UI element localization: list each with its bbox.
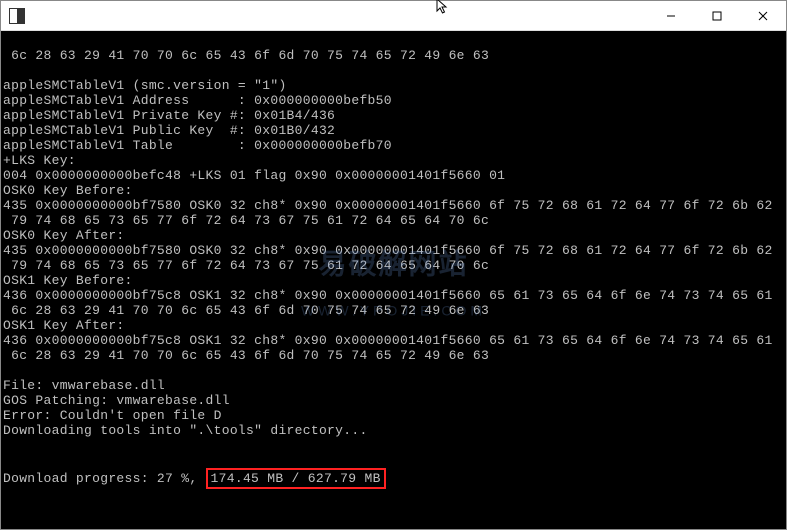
terminal-line: Downloading tools into ".\tools" directo… (3, 423, 368, 438)
download-progress-highlight: 174.45 MB / 627.79 MB (206, 468, 386, 489)
terminal-line: appleSMCTableV1 Address : 0x000000000bef… (3, 93, 392, 108)
terminal-line: 435 0x0000000000bf7580 OSK0 32 ch8* 0x90… (3, 198, 773, 213)
terminal-line: Error: Couldn't open file D (3, 408, 222, 423)
terminal-line: 6c 28 63 29 41 70 70 6c 65 43 6f 6d 70 7… (3, 48, 489, 63)
window-controls (648, 1, 786, 30)
terminal-line: OSK1 Key Before: (3, 273, 133, 288)
terminal-line: +LKS Key: (3, 153, 76, 168)
terminal-line: 79 74 68 65 73 65 77 6f 72 64 73 67 75 6… (3, 258, 489, 273)
terminal-line: File: vmwarebase.dll (3, 378, 165, 393)
mouse-cursor-icon (436, 0, 450, 21)
terminal-line: 436 0x0000000000bf75c8 OSK1 32 ch8* 0x90… (3, 288, 773, 303)
terminal-line: 79 74 68 65 73 65 77 6f 72 64 73 67 75 6… (3, 213, 489, 228)
terminal-line: 435 0x0000000000bf7580 OSK0 32 ch8* 0x90… (3, 243, 773, 258)
terminal-line: 436 0x0000000000bf75c8 OSK1 32 ch8* 0x90… (3, 333, 773, 348)
terminal-line: appleSMCTableV1 Table : 0x000000000befb7… (3, 138, 392, 153)
terminal-line: appleSMCTableV1 Private Key #: 0x01B4/43… (3, 108, 335, 123)
terminal-output[interactable]: 易破解网站 WWW.YPOJIE.COM 6c 28 63 29 41 70 7… (1, 31, 786, 529)
app-icon (9, 8, 25, 24)
terminal-line: OSK0 Key Before: (3, 183, 133, 198)
terminal-line: 6c 28 63 29 41 70 70 6c 65 43 6f 6d 70 7… (3, 303, 489, 318)
terminal-line: GOS Patching: vmwarebase.dll (3, 393, 230, 408)
minimize-button[interactable] (648, 1, 694, 30)
download-progress-prefix: Download progress: 27 %, (3, 471, 206, 486)
terminal-line: appleSMCTableV1 Public Key #: 0x01B0/432 (3, 123, 335, 138)
terminal-line: OSK0 Key After: (3, 228, 125, 243)
close-button[interactable] (740, 1, 786, 30)
terminal-line: appleSMCTableV1 (smc.version = "1") (3, 78, 287, 93)
terminal-line: 6c 28 63 29 41 70 70 6c 65 43 6f 6d 70 7… (3, 348, 489, 363)
terminal-line: 004 0x0000000000befc48 +LKS 01 flag 0x90… (3, 168, 505, 183)
terminal-line: OSK1 Key After: (3, 318, 125, 333)
maximize-button[interactable] (694, 1, 740, 30)
window-titlebar (1, 1, 786, 31)
